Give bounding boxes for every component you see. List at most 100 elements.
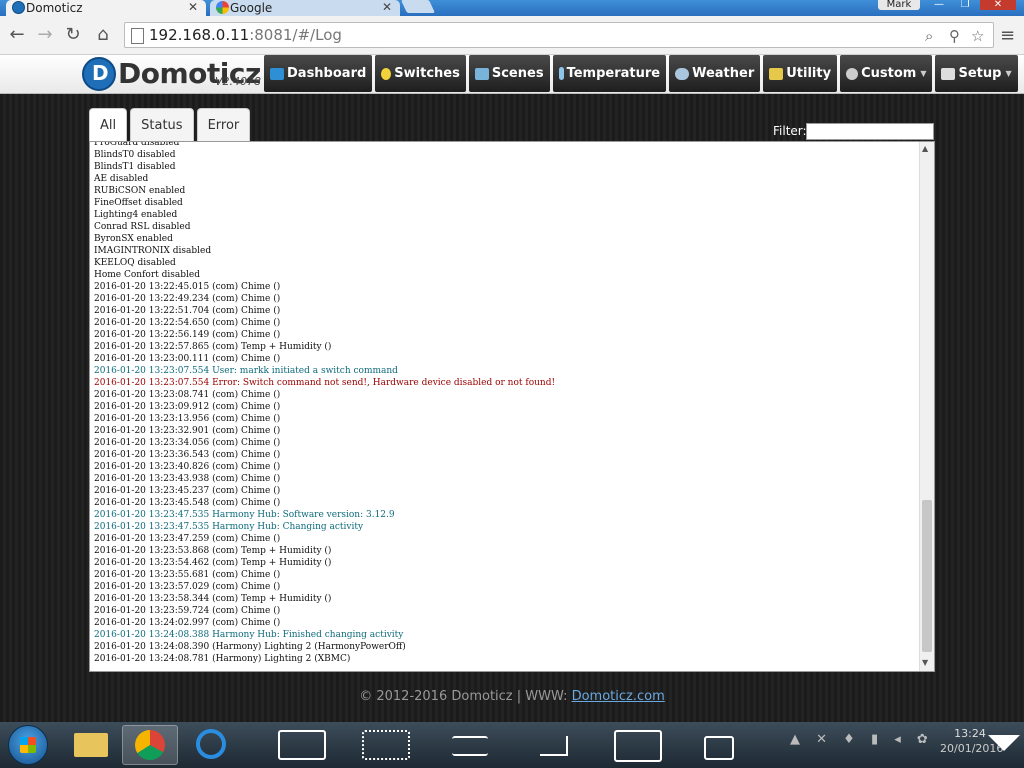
window-resize-icon[interactable] xyxy=(614,730,662,762)
list-icon[interactable] xyxy=(452,736,488,756)
nav-label: Switches xyxy=(394,66,460,81)
log-line: RUBiCSON enabled xyxy=(94,186,186,196)
show-desktop-triangle-icon[interactable] xyxy=(988,735,1020,751)
log-line: 2016-01-20 13:23:47.535 Harmony Hub: Cha… xyxy=(94,522,364,532)
nav-weather[interactable]: Weather xyxy=(669,55,761,92)
log-line: 2016-01-20 13:23:00.111 (com) Chime () xyxy=(94,354,281,364)
reload-icon[interactable]: ↻ xyxy=(62,24,84,46)
tab-label: Error xyxy=(207,118,240,133)
chevron-down-icon: ▼ xyxy=(1005,69,1012,78)
zoom-icon[interactable]: ⌕ xyxy=(925,27,933,45)
browser-tab-google[interactable]: Google ✕ xyxy=(210,0,400,16)
tools-icon xyxy=(941,67,956,80)
google-favicon-icon xyxy=(216,1,229,14)
tab-label: Status xyxy=(141,118,183,133)
close-tab-icon[interactable]: ✕ xyxy=(188,0,198,14)
forward-arrow-icon[interactable]: → xyxy=(34,24,56,46)
nav-utility[interactable]: Utility xyxy=(763,55,838,92)
taskbar-ie[interactable] xyxy=(184,725,238,763)
log-line: 2016-01-20 13:22:57.865 (com) Temp + Hum… xyxy=(94,342,332,352)
browser-tab-domoticz[interactable]: Domoticz ✕ xyxy=(6,0,206,16)
log-line: 2016-01-20 13:23:59.724 (com) Chime () xyxy=(94,606,281,616)
start-button[interactable] xyxy=(8,725,48,765)
log-line: Conrad RSL disabled xyxy=(94,222,191,232)
main-navigation: Dashboard Switches Scenes Temperature We… xyxy=(264,55,1021,92)
nav-label: Temperature xyxy=(566,66,661,81)
scroll-down-icon[interactable]: ▼ xyxy=(922,658,928,667)
keyboard-icon[interactable] xyxy=(278,730,326,760)
log-line: 2016-01-20 13:23:43.938 (com) Chime () xyxy=(94,474,281,484)
new-tab-button[interactable] xyxy=(400,0,436,13)
minimize-icon[interactable]: — xyxy=(928,0,950,10)
browser-tab-label: Google xyxy=(230,1,273,15)
filter-label: Filter: xyxy=(773,124,807,138)
nav-label: Weather xyxy=(692,66,755,81)
close-tab-icon[interactable]: ✕ xyxy=(382,0,392,14)
log-line: 2016-01-20 13:23:47.259 (com) Chime () xyxy=(94,534,281,544)
log-line: Home Confort disabled xyxy=(94,270,200,280)
nav-scenes[interactable]: Scenes xyxy=(468,55,550,92)
filter-input[interactable] xyxy=(806,123,934,140)
taskbar-explorer[interactable] xyxy=(64,725,118,763)
enter-key-icon[interactable] xyxy=(540,736,568,756)
log-scrollbar[interactable]: ▲ ▼ xyxy=(919,142,934,671)
log-line: 2016-01-20 13:23:13.956 (com) Chime () xyxy=(94,414,281,424)
log-line: ByronSX enabled xyxy=(94,234,173,244)
close-window-icon[interactable]: ✕ xyxy=(980,0,1016,10)
restore-icon[interactable]: ❐ xyxy=(954,0,976,10)
log-line: 2016-01-20 13:23:07.554 User: markk init… xyxy=(94,366,398,376)
log-line: 2016-01-20 13:23:58.344 (com) Temp + Hum… xyxy=(94,594,332,604)
small-keyboard-icon[interactable] xyxy=(362,730,410,760)
log-line: 2016-01-20 13:23:45.548 (com) Chime () xyxy=(94,498,281,508)
nav-dashboard[interactable]: Dashboard xyxy=(264,55,373,92)
tab-error[interactable]: Error xyxy=(196,108,251,142)
log-line: 2016-01-20 13:23:57.029 (com) Chime () xyxy=(94,582,281,592)
nav-switches[interactable]: Switches xyxy=(375,55,466,92)
nav-temperature[interactable]: Temperature xyxy=(552,55,667,92)
scrollbar-thumb[interactable] xyxy=(922,500,932,652)
windows-taskbar: ▲ ✕ ♦ ▮ ◂ ✿ 13:24 20/01/2016 xyxy=(0,722,1024,768)
home-icon[interactable]: ⌂ xyxy=(92,24,114,46)
log-line: 2016-01-20 13:22:49.234 (com) Chime () xyxy=(94,294,281,304)
gear-icon xyxy=(846,67,859,80)
main-content: All Status Error Filter: ProGuard disabl… xyxy=(0,94,1024,722)
domoticz-logo-icon[interactable] xyxy=(82,57,116,91)
nav-label: Custom xyxy=(861,66,917,81)
utility-icon xyxy=(769,67,784,80)
profile-user-badge[interactable]: Mark xyxy=(878,0,920,10)
chrome-icon xyxy=(135,730,165,760)
log-line: 2016-01-20 13:23:53.868 (com) Temp + Hum… xyxy=(94,546,332,556)
browser-tab-label: Domoticz xyxy=(26,1,83,15)
nav-custom[interactable]: Custom ▼ xyxy=(840,55,933,92)
nav-setup[interactable]: Setup ▼ xyxy=(935,55,1018,92)
log-line: 2016-01-20 13:23:36.543 (com) Chime () xyxy=(94,450,281,460)
log-line: 2016-01-20 13:24:02.997 (com) Chime () xyxy=(94,618,281,628)
scroll-up-icon[interactable]: ▲ xyxy=(922,144,928,153)
version-label: V2.4078 xyxy=(215,75,262,88)
tab-status[interactable]: Status xyxy=(130,108,194,142)
address-bar[interactable]: 192.168.0.11:8081/#/Log ⌕ ⚲ ☆ xyxy=(124,22,994,48)
system-tray[interactable]: ▲ ✕ ♦ ▮ ◂ ✿ xyxy=(790,732,934,747)
footer-text: © 2012-2016 Domoticz | WWW: xyxy=(359,689,572,704)
log-line: 2016-01-20 13:23:34.056 (com) Chime () xyxy=(94,438,281,448)
log-line: 2016-01-20 13:23:45.237 (com) Chime () xyxy=(94,486,281,496)
tab-all[interactable]: All xyxy=(89,108,128,142)
log-line: FineOffset disabled xyxy=(94,198,183,208)
log-line: BlindsT1 disabled xyxy=(94,162,176,172)
log-lines: ProGuard disabled BlindsT0 disabled Blinds… xyxy=(94,142,914,665)
footer-link[interactable]: Domoticz.com xyxy=(572,689,665,704)
back-arrow-icon[interactable]: ← xyxy=(6,24,28,46)
log-line: 2016-01-20 13:22:45.015 (com) Chime () xyxy=(94,282,281,292)
log-line: BlindsT0 disabled xyxy=(94,150,176,160)
folder-icon xyxy=(74,733,108,757)
log-line: 2016-01-20 13:24:08.388 Harmony Hub: Fin… xyxy=(94,630,404,640)
extension-icon[interactable]: ⚲ xyxy=(949,27,960,45)
browser-menu-icon[interactable]: ≡ xyxy=(1000,25,1015,46)
taskbar-chrome[interactable] xyxy=(122,725,178,765)
log-output[interactable]: ProGuard disabled BlindsT0 disabled Blinds… xyxy=(89,141,935,672)
log-line: 2016-01-20 13:24:08.781 (Harmony) Lighti… xyxy=(94,654,351,664)
log-line: 2016-01-20 13:22:54.650 (com) Chime () xyxy=(94,318,281,328)
lock-icon[interactable] xyxy=(704,736,734,760)
thermometer-icon xyxy=(558,67,564,80)
bookmark-star-icon[interactable]: ☆ xyxy=(971,27,984,45)
